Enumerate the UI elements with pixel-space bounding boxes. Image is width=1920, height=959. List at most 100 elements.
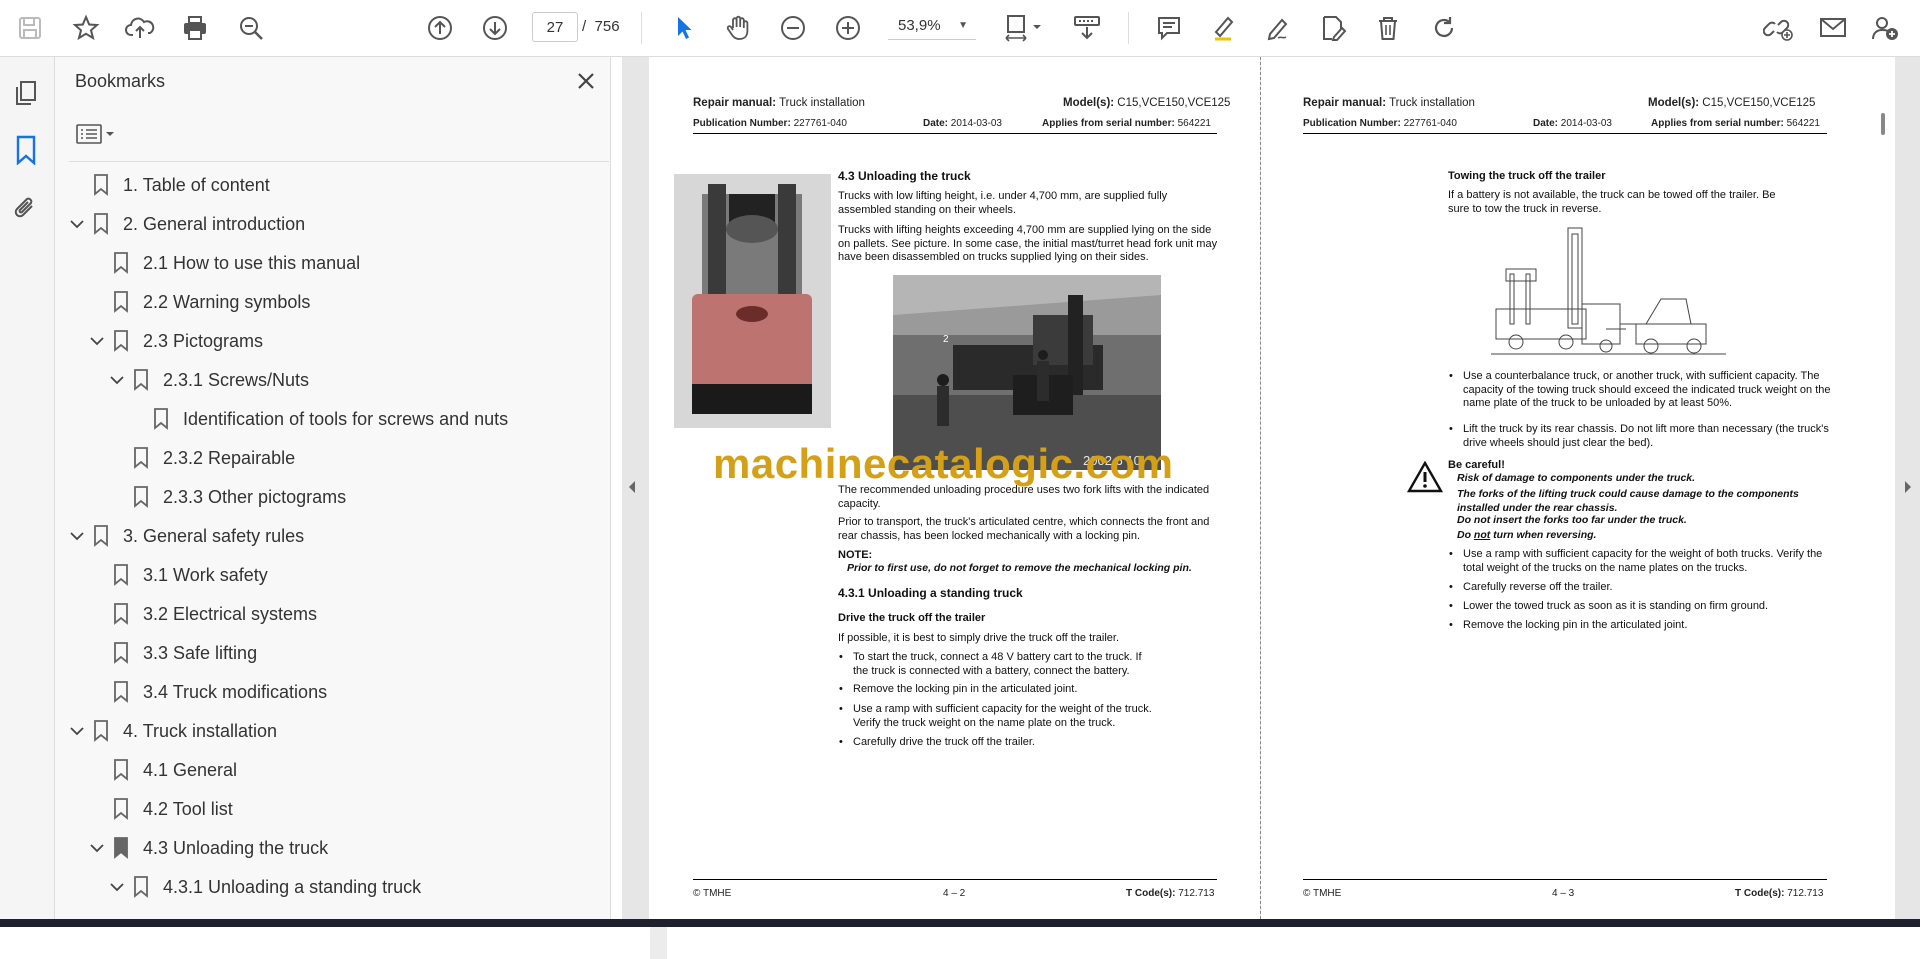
page-total: 756 [594, 17, 620, 35]
toolbar-divider [641, 12, 642, 44]
viewer-scrollbar-track[interactable] [1873, 57, 1895, 919]
star-icon[interactable] [66, 0, 106, 56]
chevron-down-icon[interactable] [105, 368, 129, 392]
chevron-down-icon[interactable] [85, 329, 109, 353]
bookmark-item[interactable]: 4.3 Unloading the truck [85, 829, 328, 867]
collapse-left-arrow-icon[interactable] [627, 478, 637, 501]
warning-text-part: Do [1457, 529, 1474, 541]
bullet-item: Use a ramp with sufficient capacity for … [1449, 548, 1833, 575]
save-icon[interactable] [10, 0, 50, 56]
chevron-down-icon[interactable] [65, 719, 89, 743]
upload-cloud-icon[interactable] [120, 0, 160, 56]
footer-copyright: © TMHE [693, 888, 732, 899]
paragraph: Trucks with low lifting height, i.e. und… [838, 190, 1168, 216]
heading-text: 4.3 Unloading the truck [838, 169, 971, 183]
bookmark-item[interactable]: 2. General introduction [65, 205, 305, 243]
section-heading-4-3: 4.3 Unloading the truck [838, 169, 971, 184]
header-value: Truck installation [1386, 97, 1475, 109]
rotate-icon[interactable] [1424, 0, 1464, 56]
paragraph: If a battery is not available, the truck… [1448, 189, 1776, 215]
attachments-paperclip-icon[interactable] [12, 193, 40, 228]
header-value: Truck installation [776, 97, 865, 109]
header-models: Model(s): C15,VCE150,VCE125 [1063, 97, 1230, 109]
navigation-rail [0, 57, 55, 919]
bookmark-item[interactable]: 3.2 Electrical systems [85, 595, 317, 633]
bookmark-item[interactable]: 2.1 How to use this manual [85, 244, 360, 282]
highlight-pen-icon[interactable] [1203, 0, 1243, 56]
chevron-down-icon[interactable] [105, 875, 129, 899]
bookmark-item[interactable]: Identification of tools for screws and n… [125, 400, 508, 438]
header-label: Publication Number: [693, 118, 791, 129]
zoom-dropdown-caret-icon: ▼ [958, 20, 968, 31]
bookmark-item[interactable]: 1. Table of content [65, 166, 270, 204]
select-cursor-icon[interactable] [664, 0, 704, 56]
add-user-icon[interactable] [1865, 0, 1905, 56]
warning-text-part: turn when reversing. [1490, 529, 1597, 541]
bookmark-item[interactable]: 3. General safety rules [65, 517, 304, 555]
bookmark-item[interactable]: 3.4 Truck modifications [85, 673, 327, 711]
close-panel-button[interactable] [574, 69, 598, 98]
header-value: 2014-03-03 [1558, 118, 1612, 129]
paragraph: Prior to transport, the truck's articula… [838, 516, 1210, 542]
footer-tcode: T Code(s): 712.713 [1126, 888, 1214, 899]
bookmark-item[interactable]: 2.3 Pictograms [85, 322, 263, 360]
expand-right-arrow-icon[interactable] [1903, 478, 1913, 501]
zoom-in-icon[interactable] [828, 0, 868, 56]
header-label: Model(s): [1648, 97, 1700, 109]
bookmark-label: 2.3.2 Repairable [163, 447, 296, 468]
share-link-icon[interactable] [1758, 0, 1798, 56]
header-publication: Publication Number: 227761-040 [1303, 118, 1457, 129]
bookmark-item[interactable]: 4. Truck installation [65, 712, 277, 750]
chevron-down-icon[interactable] [85, 836, 109, 860]
header-serial: Applies from serial number: 564221 [1042, 118, 1211, 129]
chevron-down-icon[interactable] [65, 524, 89, 548]
scroll-mode-icon[interactable] [1067, 0, 1107, 56]
bookmark-icon [113, 681, 129, 703]
warning-heading: Be careful! [1448, 459, 1505, 473]
fit-page-icon[interactable] [998, 0, 1046, 56]
sign-pen-icon[interactable] [1258, 0, 1298, 56]
edit-document-icon[interactable] [1313, 0, 1353, 56]
zoom-search-icon[interactable] [231, 0, 271, 56]
page-thumbnails-icon[interactable] [13, 79, 39, 112]
panel-divider [69, 161, 609, 162]
header-label: Date: [923, 118, 949, 129]
heading-text: 4.3.1 Unloading a standing truck [838, 586, 1023, 600]
zoom-level-select[interactable]: 53,9% ▼ [888, 12, 976, 40]
bookmark-item[interactable]: 2.3.3 Other pictograms [105, 478, 346, 516]
bookmark-label: 3.2 Electrical systems [143, 603, 318, 624]
note-text: Prior to first use, do not forget to rem… [847, 562, 1192, 574]
zoom-out-icon[interactable] [773, 0, 813, 56]
bullet-item: To start the truck, connect a 48 V batte… [839, 651, 1153, 678]
email-icon[interactable] [1813, 0, 1853, 56]
bookmark-item[interactable]: 2.2 Warning symbols [85, 283, 310, 321]
bookmark-item[interactable]: 4.3.1 Unloading a standing truck [105, 868, 421, 906]
chevron-down-icon[interactable] [65, 212, 89, 236]
bookmark-item[interactable]: 4.1 General [85, 751, 237, 789]
bookmark-label: 4.3 Unloading the truck [143, 837, 329, 858]
comment-icon[interactable] [1149, 0, 1189, 56]
delete-trash-icon[interactable] [1368, 0, 1408, 56]
bookmark-item[interactable]: 3.3 Safe lifting [85, 634, 257, 672]
footer-tcode: T Code(s): 712.713 [1735, 888, 1823, 899]
hand-tool-icon[interactable] [718, 0, 758, 56]
header-label: Repair manual: [1303, 97, 1387, 109]
print-icon[interactable] [175, 0, 215, 56]
bookmark-item[interactable]: 3.1 Work safety [85, 556, 268, 594]
bookmark-icon [93, 525, 109, 547]
previous-page-icon[interactable] [420, 0, 460, 56]
page-number-input[interactable]: 27 [532, 12, 578, 42]
bookmark-item[interactable]: 2.3.1 Screws/Nuts [105, 361, 309, 399]
bookmark-label: 1. Table of content [123, 174, 270, 195]
bookmarks-panel-icon[interactable] [15, 135, 37, 170]
bookmark-options-button[interactable] [75, 119, 123, 149]
viewer-scrollbar-thumb[interactable] [1881, 113, 1885, 135]
next-page-icon[interactable] [475, 0, 515, 56]
bookmark-item[interactable]: 4.2 Tool list [85, 790, 233, 828]
bookmark-item[interactable]: 2.3.2 Repairable [105, 439, 295, 477]
bookmark-icon [113, 291, 129, 313]
bookmark-icon [133, 447, 149, 469]
